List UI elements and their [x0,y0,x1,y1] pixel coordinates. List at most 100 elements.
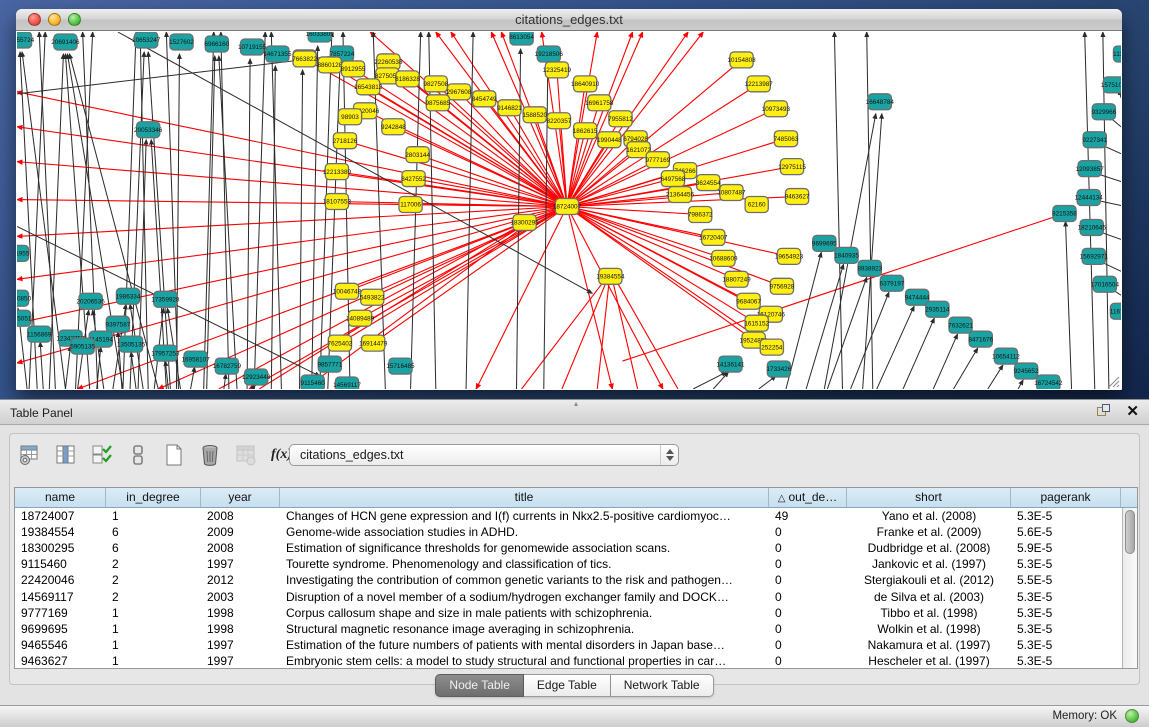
network-node[interactable]: 9463627 [785,189,810,205]
network-node[interactable]: 16720407 [699,229,728,245]
network-node[interactable]: 15692971 [1080,248,1109,264]
network-node[interactable]: 3624554 [696,175,721,191]
network-node[interactable]: 10653247 [132,32,161,48]
network-node[interactable]: 1985051 [17,310,32,326]
network-node[interactable]: 16914479 [359,335,388,351]
network-node[interactable]: 2718126 [333,133,358,149]
network-node[interactable]: 16033809 [306,32,335,42]
table-scrollbar-thumb[interactable] [1125,510,1135,554]
network-node[interactable]: 9756928 [770,278,795,294]
tab-network-table[interactable]: Network Table [611,674,714,697]
window-titlebar[interactable]: citations_edges.txt [16,9,1122,31]
network-node[interactable]: 7986372 [688,207,713,223]
network-node[interactable]: 20206536 [77,293,106,309]
network-node[interactable]: 8613054 [509,32,534,45]
network-node[interactable]: 16958107 [181,351,210,367]
network-node[interactable]: 1986334 [116,288,141,304]
network-node[interactable]: 20691406 [51,34,80,50]
network-node[interactable]: 16961758 [585,95,614,111]
network-node[interactable]: 17957253 [151,345,180,361]
network-node[interactable]: 7955812 [608,111,633,127]
column-header-title[interactable]: title [280,488,769,507]
table-scrollbar[interactable] [1122,508,1137,668]
network-node[interactable]: 9242848 [381,119,406,135]
stacked-squares-icon[interactable] [124,442,151,469]
network-canvas[interactable]: 1405572420691406106532471527602696616010… [17,32,1121,389]
network-node[interactable]: 1156869 [27,326,52,342]
network-node[interactable]: 16782759 [213,358,242,374]
float-panel-icon[interactable] [1097,404,1112,419]
network-node[interactable]: 17359928 [151,291,180,307]
network-view-window[interactable]: citations_edges.txt 14055724 20691406 1065… [16,9,1122,390]
network-node[interactable]: 1531955 [17,245,30,261]
network-node[interactable]: 8860128 [317,57,342,73]
network-node[interactable]: 8471676 [968,331,993,347]
network-node[interactable]: 8215358 [1052,206,1077,222]
column-header-year[interactable]: year [201,488,280,507]
network-node[interactable]: 1588520 [522,107,547,123]
network-node[interactable]: 12213389 [323,164,352,180]
network-node[interactable]: 9115460 [301,375,326,389]
network-node[interactable]: 62160 [745,197,768,213]
network-node[interactable]: 252254 [760,339,783,355]
network-node[interactable]: 98903 [338,109,361,125]
network-node[interactable]: 9397587 [106,316,131,332]
network-node[interactable]: 117006 [399,197,422,213]
network-node[interactable]: 14055724 [17,32,35,48]
network-node[interactable]: 18807249 [722,271,751,287]
network-node[interactable]: 9827508 [423,76,448,92]
network-node[interactable]: 21364456 [666,187,695,203]
network-node[interactable]: 10046748 [333,283,362,299]
network-node[interactable]: 1733426 [767,361,792,377]
network-node[interactable]: 9875685 [425,95,450,111]
network-node[interactable]: 2967608 [447,84,472,100]
network-node[interactable]: 19384554 [596,268,625,284]
table-mode-icon[interactable] [16,442,43,469]
network-node[interactable]: 12093857 [1076,161,1105,177]
network-node[interactable]: 10654112 [992,348,1020,364]
column-header-short[interactable]: short [847,488,1011,507]
network-node[interactable]: 1840935 [834,247,859,263]
table-row[interactable]: 2242004622012Investigating the contribut… [15,572,1122,588]
network-node[interactable]: 9329966 [1091,104,1116,120]
network-node[interactable]: 18724007 [553,199,582,215]
network-node[interactable]: 12923448 [242,369,271,385]
network-node[interactable]: 25260850 [17,290,32,306]
network-node[interactable]: 12444134 [1075,190,1104,206]
network-node[interactable]: 15751074 [1101,77,1121,93]
network-node[interactable]: 1862615 [573,123,598,139]
table-row[interactable]: 977716911998Corpus callosum shape and si… [15,605,1122,621]
network-node[interactable]: 19218506 [535,46,564,62]
network-node[interactable]: 9245652 [1014,363,1039,379]
network-node[interactable]: 12213987 [745,76,774,92]
network-node[interactable]: 2803144 [405,147,430,163]
table-row[interactable]: 1938455462009Genome-wide association stu… [15,524,1122,540]
network-node[interactable]: 7625402 [328,335,353,351]
network-node[interactable]: 8186328 [395,71,420,87]
network-node[interactable]: 7485063 [774,131,799,147]
network-node[interactable]: 9146821 [497,100,522,116]
table-row[interactable]: 969969511998Structural magnetic resonanc… [15,621,1122,637]
close-panel-icon[interactable]: ✕ [1126,404,1139,419]
minimize-window-button[interactable] [48,13,61,26]
network-node[interactable]: 9684067 [736,293,761,309]
network-node[interactable]: 12325419 [543,62,572,78]
table-row[interactable]: 1830029562008Estimation of significance … [15,540,1122,556]
network-node[interactable]: 1167533 [1110,303,1121,319]
network-node[interactable]: 8454749 [472,91,497,107]
network-node[interactable]: 19654923 [775,248,804,264]
network-node[interactable]: 16724542 [1034,375,1063,389]
table-row[interactable]: 1456911722003Disruption of a novel membe… [15,588,1122,604]
network-node[interactable]: 14671355 [263,46,292,62]
column-header-pagerank[interactable]: pagerank [1011,488,1121,507]
network-node[interactable]: 10154808 [727,52,756,68]
network-node[interactable]: 10688609 [709,250,738,266]
network-node[interactable]: 16543812 [354,79,383,95]
network-node[interactable]: 13505135 [117,336,146,352]
resize-grip[interactable] [1109,377,1119,387]
close-window-button[interactable] [28,13,41,26]
network-node[interactable]: 6379197 [880,275,905,291]
network-node[interactable]: 8220357 [547,113,572,129]
network-node[interactable]: 2935114 [925,301,950,317]
network-node[interactable]: 8427552 [401,171,426,187]
